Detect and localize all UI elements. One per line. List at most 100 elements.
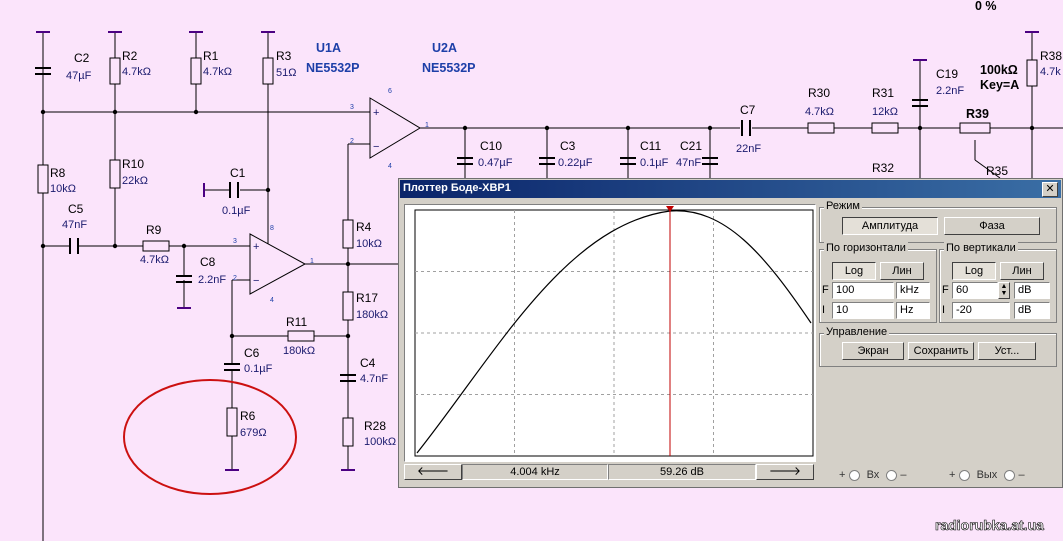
u1-label: U1A xyxy=(316,41,341,55)
window-title: Плоттер Боде-XBP1 xyxy=(403,182,511,194)
r3-ref: R3 xyxy=(276,49,292,63)
screen-button[interactable]: Экран xyxy=(842,342,904,360)
bode-graph xyxy=(414,206,814,457)
close-button[interactable]: ✕ xyxy=(1042,182,1058,197)
r2-value: 4.7kΩ xyxy=(122,66,151,78)
svg-text:1: 1 xyxy=(310,258,314,265)
horizontal-group: По горизонтали Log Лин F 100 kHz I 10 Hz xyxy=(819,242,937,323)
r1-value: 4.7kΩ xyxy=(203,66,232,78)
cursor-navigation: 🡐 4.004 kHz 59.26 dB 🡒 xyxy=(404,464,814,480)
horizontal-final-input[interactable]: 100 xyxy=(832,282,894,299)
u2-model: NE5532P xyxy=(422,61,476,75)
r30-ref: R30 xyxy=(808,86,830,100)
vertical-initial-unit[interactable]: dB xyxy=(1014,302,1050,319)
bode-plot-area[interactable] xyxy=(404,204,816,462)
c4-ref: C4 xyxy=(360,356,376,370)
c5-ref: C5 xyxy=(68,202,84,216)
svg-text:4: 4 xyxy=(388,163,392,170)
r31-value: 12kΩ xyxy=(872,106,898,118)
r8-ref: R8 xyxy=(50,166,66,180)
cursor-left-button[interactable]: 🡐 xyxy=(404,464,462,480)
window-titlebar[interactable]: Плоттер Боде-XBP1 ✕ xyxy=(400,180,1061,198)
vertical-final-input[interactable]: 60 xyxy=(952,282,998,299)
input-plus-terminal[interactable] xyxy=(848,469,860,481)
r32-ref: R32 xyxy=(872,161,894,175)
horizontal-initial-label: I xyxy=(822,304,826,316)
vertical-initial-input[interactable]: -20 xyxy=(952,302,1010,319)
amplitude-button[interactable]: Амплитуда xyxy=(842,217,938,235)
horizontal-initial-input[interactable]: 10 xyxy=(832,302,894,319)
vertical-group: По вертикали Log Лин F 60 ▲ ▼ dB I -20 dB xyxy=(939,242,1057,323)
setup-button[interactable]: Уст... xyxy=(978,342,1036,360)
c2-ref: C2 xyxy=(74,51,90,65)
r11-ref: R11 xyxy=(286,315,307,329)
vertical-lin-button[interactable]: Лин xyxy=(1000,262,1044,280)
r30-value: 4.7kΩ xyxy=(805,106,834,118)
vertical-final-unit[interactable]: dB xyxy=(1014,282,1050,299)
output-minus-terminal[interactable] xyxy=(1004,469,1016,481)
r9-ref: R9 xyxy=(146,223,162,237)
c7-ref: C7 xyxy=(740,103,756,117)
c6-ref: C6 xyxy=(244,346,260,360)
svg-text:2: 2 xyxy=(350,138,354,145)
vertical-initial-label: I xyxy=(942,304,946,316)
vertical-log-button[interactable]: Log xyxy=(952,262,996,280)
control-title: Управление xyxy=(824,326,890,338)
c7-value: 22nF xyxy=(736,143,761,155)
op-amps xyxy=(249,97,421,295)
c1-ref: C1 xyxy=(230,166,246,180)
save-button[interactable]: Сохранить xyxy=(908,342,974,360)
c19-ref: C19 xyxy=(936,67,958,81)
horizontal-initial-unit[interactable]: Hz xyxy=(896,302,930,319)
input-label: Вх xyxy=(866,469,880,481)
r35-ref: R35 xyxy=(986,164,1008,178)
horizontal-lin-button[interactable]: Лин xyxy=(880,262,924,280)
r3-value: 51Ω xyxy=(276,67,296,79)
vertical-final-spinner[interactable]: ▲ ▼ xyxy=(998,282,1010,299)
r10-value: 22kΩ xyxy=(122,175,148,187)
output-label: Вых xyxy=(976,469,998,481)
horizontal-title: По горизонтали xyxy=(824,242,908,254)
c3-ref: C3 xyxy=(560,139,576,153)
vertical-title: По вертикали xyxy=(944,242,1018,254)
cursor-gain: 59.26 dB xyxy=(608,464,756,480)
svg-text:3: 3 xyxy=(350,104,354,111)
output-minus-label: – xyxy=(1018,469,1025,481)
c8-value: 2.2nF xyxy=(198,274,226,286)
input-minus-label: – xyxy=(900,469,907,481)
c8-ref: C8 xyxy=(200,255,216,269)
horizontal-final-label: F xyxy=(822,284,829,296)
bode-plotter-window[interactable]: Плоттер Боде-XBP1 ✕ 🡐 4.004 kHz 59.26 dB… xyxy=(398,178,1063,488)
r9-value: 4.7kΩ xyxy=(140,254,169,266)
vertical-final-label: F xyxy=(942,284,949,296)
control-group: Управление Экран Сохранить Уст... xyxy=(819,326,1057,367)
r17-ref: R17 xyxy=(356,291,378,305)
horizontal-final-unit[interactable]: kHz xyxy=(896,282,930,299)
c1-value: 0.1µF xyxy=(222,205,251,217)
phase-button[interactable]: Фаза xyxy=(944,217,1040,235)
c10-value: 0.47µF xyxy=(478,157,513,169)
svg-text:+: + xyxy=(373,107,379,119)
svg-text:6: 6 xyxy=(388,88,392,95)
cursor-frequency: 4.004 kHz xyxy=(462,464,608,480)
svg-text:2: 2 xyxy=(233,275,237,282)
output-terminals[interactable]: + Вых – xyxy=(949,469,1025,481)
highlight-ellipse xyxy=(123,379,297,495)
mode-group: Режим Амплитуда Фаза xyxy=(819,200,1057,243)
c2-value: 47µF xyxy=(66,70,92,82)
c3-value: 0.22µF xyxy=(558,157,593,169)
output-plus-terminal[interactable] xyxy=(958,469,970,481)
c19-value: 2.2nF xyxy=(936,85,964,97)
input-terminals[interactable]: + Вх – xyxy=(839,469,907,481)
cursor-right-button[interactable]: 🡒 xyxy=(756,464,814,480)
c4-value: 4.7nF xyxy=(360,373,388,385)
svg-text:8: 8 xyxy=(270,225,274,232)
r2-ref: R2 xyxy=(122,49,138,63)
svg-text:3: 3 xyxy=(233,238,237,245)
r31-ref: R31 xyxy=(872,86,894,100)
r39-value: 100kΩ xyxy=(980,63,1018,77)
input-minus-terminal[interactable] xyxy=(886,469,898,481)
r39-key: Key=A xyxy=(980,78,1019,92)
horizontal-log-button[interactable]: Log xyxy=(832,262,876,280)
r4-value: 10kΩ xyxy=(356,238,382,250)
